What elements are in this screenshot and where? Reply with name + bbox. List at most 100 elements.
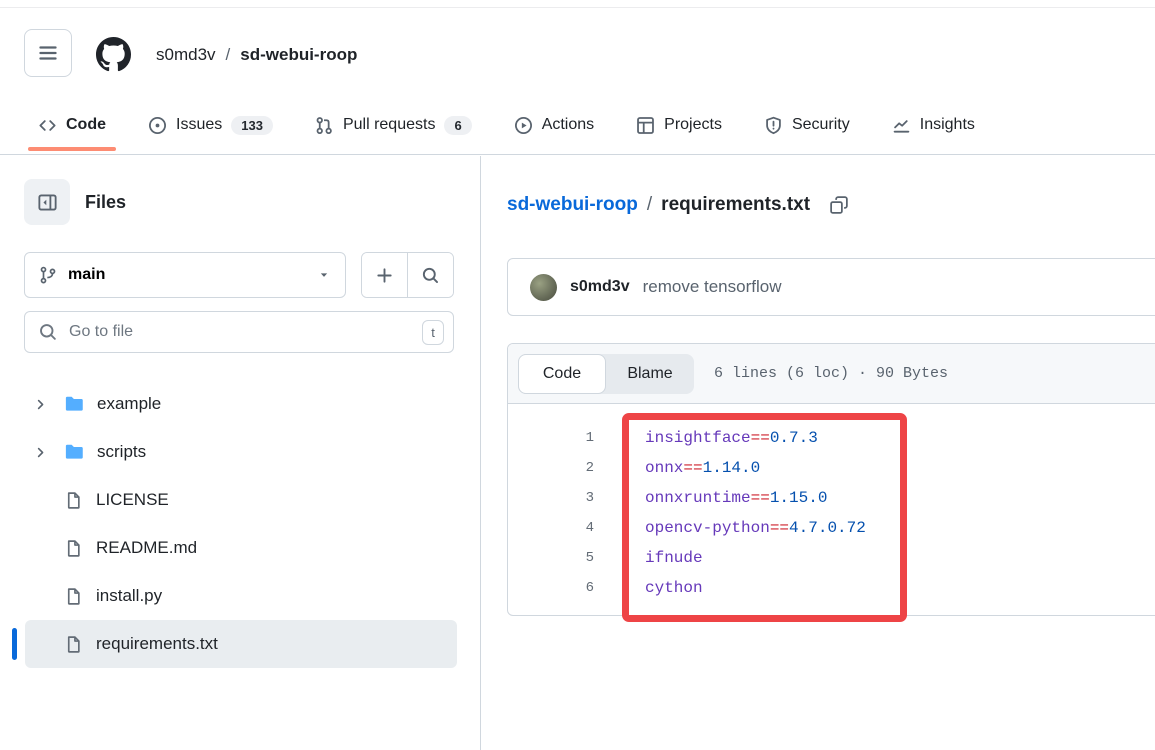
code-line: 6 cython: [508, 573, 1155, 603]
tab-code[interactable]: Code: [28, 96, 116, 154]
files-panel-title: Files: [85, 192, 126, 213]
file-icon: [64, 635, 83, 654]
branch-selector[interactable]: main: [24, 252, 346, 298]
file-stats: 6 lines (6 loc) · 90 Bytes: [714, 365, 948, 382]
chevron-right-icon: [33, 445, 48, 460]
breadcrumb: s0md3v / sd-webui-roop: [156, 44, 357, 66]
tab-insights[interactable]: Insights: [882, 96, 985, 154]
tree-item-label: install.py: [96, 586, 162, 606]
issue-opened-icon: [148, 116, 167, 135]
code-line: 5 ifnude: [508, 543, 1155, 573]
tree-action-buttons: [361, 252, 454, 298]
breadcrumb-repo-link[interactable]: sd-webui-roop: [240, 45, 357, 65]
copy-path-button[interactable]: [827, 193, 851, 217]
tab-projects[interactable]: Projects: [626, 96, 732, 154]
code-token-package: cython: [645, 579, 703, 597]
code-token-package: insightface: [645, 429, 751, 447]
commit-message-link[interactable]: remove tensorflow: [643, 277, 782, 297]
code-token-operator: ==: [751, 429, 770, 447]
shield-icon: [764, 116, 783, 135]
code-icon: [38, 116, 57, 135]
tree-item-install-py[interactable]: install.py: [25, 572, 457, 620]
tree-item-example[interactable]: example: [25, 380, 457, 428]
code-token-operator: ==: [683, 459, 702, 477]
graph-icon: [892, 116, 911, 135]
code-token-version: 1.15.0: [770, 489, 828, 507]
code-blame-switch: Code Blame: [518, 354, 694, 394]
three-bars-icon: [37, 42, 59, 64]
tree-item-scripts[interactable]: scripts: [25, 428, 457, 476]
tab-security[interactable]: Security: [754, 96, 860, 154]
tab-label: Insights: [920, 116, 975, 134]
go-to-file-input[interactable]: [24, 311, 454, 353]
collapse-sidebar-button[interactable]: [24, 179, 70, 225]
tab-label: Security: [792, 116, 850, 134]
file-icon: [64, 587, 83, 606]
code-line: 2 onnx==1.14.0: [508, 453, 1155, 483]
tab-pull-requests[interactable]: Pull requests 6: [305, 96, 482, 154]
line-number[interactable]: 1: [508, 430, 594, 446]
tree-item-label: requirements.txt: [96, 634, 218, 654]
sidebar-collapse-icon: [37, 192, 58, 213]
tab-issues[interactable]: Issues 133: [138, 96, 283, 154]
search-tree-button[interactable]: [407, 253, 453, 297]
code-token-package: onnxruntime: [645, 489, 751, 507]
repo-nav: Code Issues 133 Pull requests 6: [0, 96, 1155, 155]
folder-icon: [64, 394, 84, 414]
tree-item-label: README.md: [96, 538, 197, 558]
tab-label: Projects: [664, 116, 722, 134]
current-branch-label: main: [68, 266, 105, 284]
github-file-page: s0md3v / sd-webui-roop Code Issues 133: [0, 0, 1155, 750]
code-token-version: 4.7.0.72: [789, 519, 866, 537]
tree-item-requirements-txt[interactable]: requirements.txt: [25, 620, 457, 668]
line-number[interactable]: 4: [508, 520, 594, 536]
file-tree: example scripts LICENSE: [25, 380, 457, 668]
file-breadcrumb-filename: requirements.txt: [661, 194, 810, 216]
code-token-operator: ==: [770, 519, 789, 537]
code-token-version: 1.14.0: [703, 459, 761, 477]
file-breadcrumb-repo-link[interactable]: sd-webui-roop: [507, 194, 638, 216]
line-number[interactable]: 3: [508, 490, 594, 506]
tab-label: Issues: [176, 116, 222, 134]
code-token-package: ifnude: [645, 549, 703, 567]
files-sidebar: Files main: [0, 156, 481, 750]
go-to-file-search: t: [24, 311, 454, 353]
code-listing: 1 insightface==0.7.3 2 onnx==1.14.0 3 on…: [508, 404, 1155, 615]
chevron-right-icon: [33, 397, 48, 412]
code-line: 4 opencv-python==4.7.0.72: [508, 513, 1155, 543]
folder-icon: [64, 442, 84, 462]
tree-item-label: LICENSE: [96, 490, 169, 510]
breadcrumb-owner-link[interactable]: s0md3v: [156, 45, 216, 65]
tree-item-license[interactable]: LICENSE: [25, 476, 457, 524]
tab-actions[interactable]: Actions: [504, 96, 604, 154]
sidebar-controls: main: [24, 252, 454, 298]
latest-commit-bar: s0md3v remove tensorflow: [507, 258, 1155, 316]
hamburger-menu-button[interactable]: [24, 29, 72, 77]
chevron-down-icon: [317, 268, 331, 282]
shortcut-key-badge: t: [422, 320, 444, 345]
commit-author-link[interactable]: s0md3v: [570, 278, 630, 296]
tree-item-readme[interactable]: README.md: [25, 524, 457, 572]
tab-code-view[interactable]: Code: [518, 354, 606, 394]
git-pull-request-icon: [315, 116, 334, 135]
issues-count-badge: 133: [231, 116, 273, 135]
code-line: 3 onnxruntime==1.15.0: [508, 483, 1155, 513]
tab-label: Actions: [542, 116, 594, 134]
add-file-button[interactable]: [362, 253, 407, 297]
line-number[interactable]: 6: [508, 580, 594, 596]
line-number[interactable]: 5: [508, 550, 594, 566]
play-icon: [514, 116, 533, 135]
search-icon: [38, 322, 58, 342]
tab-blame-view[interactable]: Blame: [606, 354, 694, 394]
file-viewer-header: Code Blame 6 lines (6 loc) · 90 Bytes: [508, 344, 1155, 404]
code-token-version: 0.7.3: [770, 429, 818, 447]
tree-item-label: scripts: [97, 442, 146, 462]
file-icon: [64, 539, 83, 558]
pull-requests-count-badge: 6: [444, 116, 471, 135]
code-token-package: opencv-python: [645, 519, 770, 537]
github-logo-icon[interactable]: [96, 37, 131, 72]
tab-label: Pull requests: [343, 116, 436, 134]
git-branch-icon: [39, 266, 57, 284]
line-number[interactable]: 2: [508, 460, 594, 476]
avatar[interactable]: [530, 274, 557, 301]
